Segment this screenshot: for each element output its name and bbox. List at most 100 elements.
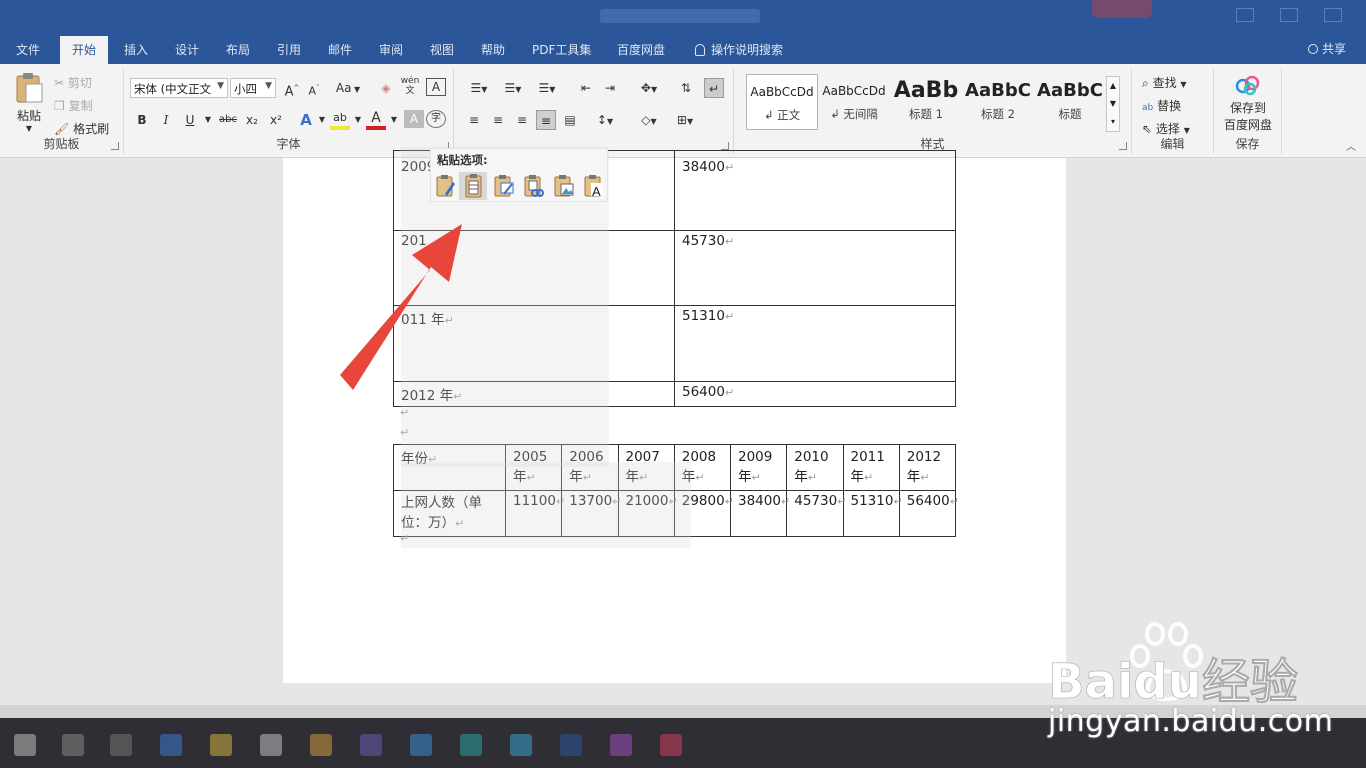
char-border-button[interactable]: A: [426, 78, 446, 96]
bold-button[interactable]: B: [132, 110, 152, 130]
paragraph-launcher-icon[interactable]: [721, 142, 729, 150]
table-cell[interactable]: 2010 年↵: [786, 444, 844, 491]
highlight-button[interactable]: ab: [330, 110, 350, 130]
app-icon[interactable]: [660, 734, 682, 756]
tab-insert[interactable]: 插入: [124, 41, 148, 58]
tab-baidu-netdisk[interactable]: 百度网盘: [617, 41, 665, 58]
line-spacing-icon[interactable]: ↕▼: [590, 110, 620, 130]
table-cell[interactable]: 45730↵: [674, 230, 956, 306]
paste-text-only-button[interactable]: A: [579, 172, 607, 200]
app-icon[interactable]: [610, 734, 632, 756]
cut-button[interactable]: ✂ 剪切: [54, 74, 92, 91]
font-size-combo[interactable]: 小四 ▼: [230, 78, 276, 98]
tab-pdf-tools[interactable]: PDF工具集: [532, 41, 591, 58]
shading-icon[interactable]: ◇▼: [632, 110, 666, 130]
tab-file[interactable]: 文件: [16, 41, 40, 58]
style-heading-2[interactable]: AaBbC 标题 2: [962, 74, 1034, 130]
tell-me-search[interactable]: 操作说明搜索: [695, 41, 783, 58]
share-button[interactable]: 共享: [1307, 40, 1346, 57]
underline-dropdown-icon[interactable]: ▼: [198, 110, 218, 130]
app-icon[interactable]: [410, 734, 432, 756]
font-color-button[interactable]: A: [366, 110, 386, 130]
increase-indent-icon[interactable]: ⇥: [600, 78, 620, 98]
minimize-button[interactable]: [1236, 8, 1254, 22]
paste-dropdown-icon[interactable]: ▼: [12, 124, 46, 133]
highlight-dropdown-icon[interactable]: ▼: [348, 110, 368, 130]
show-marks-icon[interactable]: ↵: [704, 78, 724, 98]
grow-font-button[interactable]: A^: [282, 78, 302, 99]
app-icon[interactable]: [160, 734, 182, 756]
app-icon[interactable]: [510, 734, 532, 756]
app-icon[interactable]: [460, 734, 482, 756]
table-cell[interactable]: 2009 年↵: [729, 444, 788, 491]
table-cell[interactable]: 2012 年↵: [898, 444, 957, 491]
maximize-button[interactable]: [1280, 8, 1298, 22]
collapse-ribbon-icon[interactable]: ︿: [1346, 138, 1356, 153]
font-color-dropdown-icon[interactable]: ▼: [384, 110, 404, 130]
bullets-icon[interactable]: ☰▼: [464, 78, 494, 98]
tab-review[interactable]: 审阅: [379, 41, 403, 58]
save-to-baidu-button[interactable]: 保存到 百度网盘: [1220, 74, 1276, 133]
align-left-icon[interactable]: ≡: [464, 110, 484, 130]
app-icon[interactable]: [360, 734, 382, 756]
find-button[interactable]: ⌕ 查找 ▼: [1142, 74, 1187, 91]
change-case-button[interactable]: Aa ▼: [334, 78, 362, 98]
tab-view[interactable]: 视图: [430, 41, 454, 58]
sort-icon[interactable]: ⇅: [676, 78, 696, 98]
clipboard-launcher-icon[interactable]: [111, 142, 119, 150]
style-normal[interactable]: AaBbCcDd ↲ 正文: [746, 74, 818, 130]
font-name-combo[interactable]: 宋体 (中文正文 ▼: [130, 78, 228, 98]
paste-merge-table-button[interactable]: [489, 172, 517, 200]
char-shading-button[interactable]: A: [404, 110, 424, 128]
table-cell[interactable]: 51310↵: [674, 305, 956, 382]
table-cell[interactable]: 51310↵: [842, 490, 903, 537]
text-effects-dropdown-icon[interactable]: ▼: [312, 110, 332, 130]
paste-button[interactable]: 粘贴 ▼: [12, 72, 46, 133]
app-icon[interactable]: [260, 734, 282, 756]
chinese-layout-icon[interactable]: ✥▼: [634, 78, 664, 98]
style-heading-1[interactable]: AaBb 标题 1: [890, 74, 962, 130]
start-icon[interactable]: [14, 734, 36, 756]
table-cell[interactable]: 38400↵: [729, 490, 790, 537]
tab-references[interactable]: 引用: [277, 41, 301, 58]
close-button[interactable]: [1324, 8, 1342, 22]
strikethrough-button[interactable]: abc: [216, 110, 240, 130]
justify-icon[interactable]: ≡: [536, 110, 556, 130]
account-area[interactable]: [1092, 0, 1152, 18]
numbering-icon[interactable]: ☰▼: [498, 78, 528, 98]
word-icon[interactable]: [560, 734, 582, 756]
align-center-icon[interactable]: ≡: [488, 110, 508, 130]
app-icon[interactable]: [210, 734, 232, 756]
replace-button[interactable]: ab 替换: [1142, 97, 1181, 114]
tab-layout[interactable]: 布局: [226, 41, 250, 58]
superscript-button[interactable]: x²: [266, 110, 286, 130]
align-right-icon[interactable]: ≡: [512, 110, 532, 130]
styles-launcher-icon[interactable]: [1119, 142, 1127, 150]
tab-help[interactable]: 帮助: [481, 41, 505, 58]
table-cell[interactable]: 45730↵: [786, 490, 846, 537]
table-cell[interactable]: 56400↵: [674, 381, 956, 407]
underline-button[interactable]: U: [180, 110, 200, 130]
paste-picture-button[interactable]: [549, 172, 577, 200]
paste-new-column-button[interactable]: [459, 172, 487, 200]
decrease-indent-icon[interactable]: ⇤: [576, 78, 596, 98]
multilevel-list-icon[interactable]: ☰▼: [532, 78, 562, 98]
table-cell[interactable]: 2011 年↵: [842, 444, 900, 491]
paste-nest-table-button[interactable]: [431, 172, 459, 200]
shrink-font-button[interactable]: Aˇ: [304, 78, 324, 98]
tab-mailings[interactable]: 邮件: [328, 41, 352, 58]
phonetic-guide-button[interactable]: wén 文: [400, 76, 420, 96]
copy-button[interactable]: ❐ 复制: [54, 97, 93, 114]
styles-scroll[interactable]: ▲ ▼ ▾: [1106, 76, 1120, 132]
enclose-char-button[interactable]: 字: [426, 110, 446, 128]
subscript-button[interactable]: x₂: [242, 110, 262, 130]
borders-icon[interactable]: ⊞▼: [670, 110, 700, 130]
distributed-icon[interactable]: ▤: [560, 110, 580, 130]
task-view-icon[interactable]: [110, 734, 132, 756]
table-cell[interactable]: 56400↵: [898, 490, 959, 537]
paste-link-button[interactable]: [519, 172, 547, 200]
clear-format-icon[interactable]: ◈: [376, 78, 396, 98]
table-cell[interactable]: 38400↵: [674, 150, 956, 231]
style-no-spacing[interactable]: AaBbCcDd ↲ 无间隔: [818, 74, 890, 130]
search-icon[interactable]: [62, 734, 84, 756]
